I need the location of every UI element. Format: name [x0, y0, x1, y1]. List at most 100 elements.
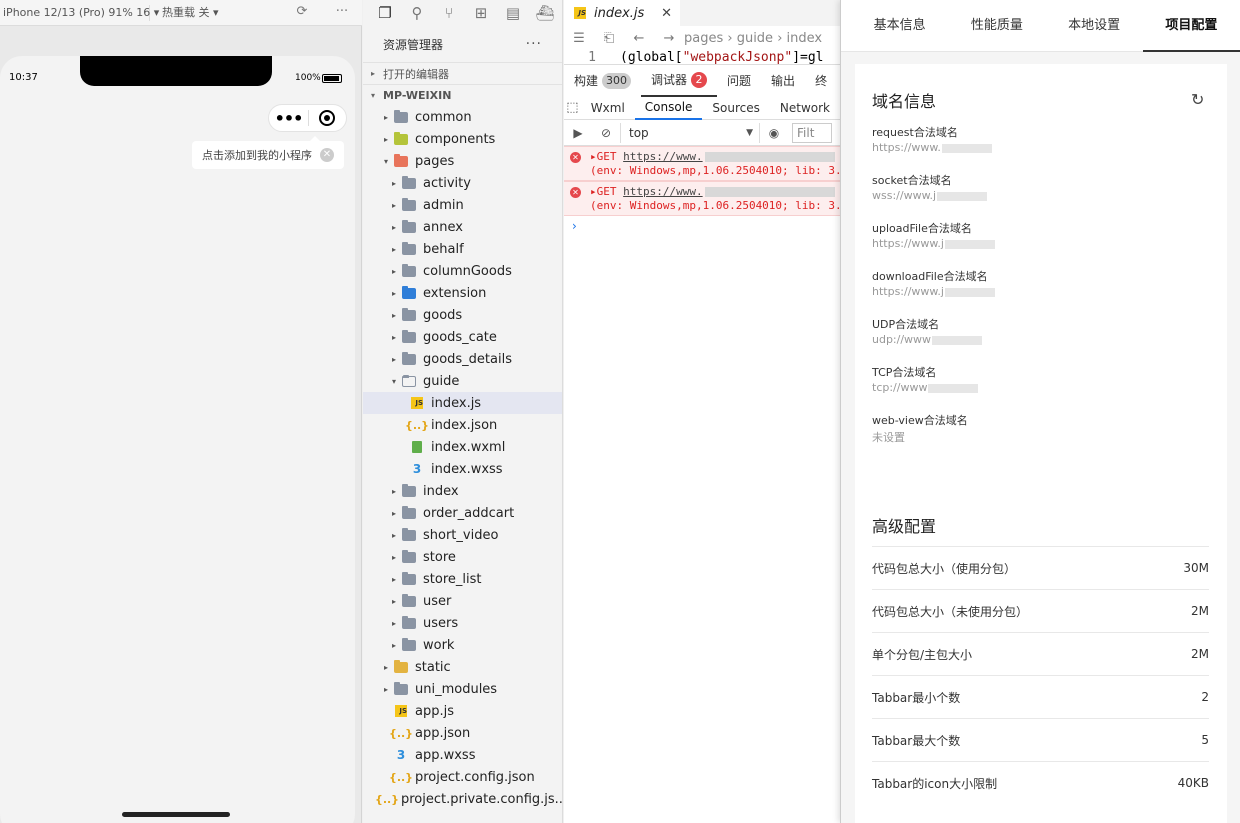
forward-arrow-icon[interactable]: →: [654, 31, 684, 46]
tree-folder[interactable]: ▸ behalf: [363, 238, 562, 260]
tree-folder[interactable]: ▸ store: [363, 546, 562, 568]
tree-folder[interactable]: ▸ common: [363, 106, 562, 128]
search-icon[interactable]: ⚲: [401, 0, 433, 26]
tree-folder[interactable]: ▸ columnGoods: [363, 260, 562, 282]
tree-folder[interactable]: ▸ goods_details: [363, 348, 562, 370]
inspect-icon[interactable]: ⬚: [564, 100, 581, 115]
code-line[interactable]: 1 (global["webpackJsonp"]=gl: [564, 50, 840, 64]
project-name: MP-WEIXIN: [383, 89, 452, 102]
bookmark-icon[interactable]: ⎗: [594, 31, 624, 46]
tree-file[interactable]: index.wxml: [363, 436, 562, 458]
tree-file[interactable]: 3 app.wxss: [363, 744, 562, 766]
error-url[interactable]: https://www.: [623, 150, 702, 163]
tree-folder[interactable]: ▸ activity: [363, 172, 562, 194]
docker-icon[interactable]: ⛴: [529, 0, 561, 26]
tree-folder[interactable]: ▸ extension: [363, 282, 562, 304]
rotate-icon[interactable]: ⟳: [294, 4, 310, 20]
chevron-right-icon: ▸: [391, 354, 396, 364]
domain-label: uploadFile合法域名: [872, 222, 972, 235]
tree-folder[interactable]: ▸ short_video: [363, 524, 562, 546]
tree-file[interactable]: {..} index.json: [363, 414, 562, 436]
chevron-right-icon: ▸: [391, 178, 396, 188]
tree-folder[interactable]: ▸ users: [363, 612, 562, 634]
source-control-icon[interactable]: ⑂: [433, 0, 465, 26]
phone-screen[interactable]: [0, 56, 355, 823]
clear-console-icon[interactable]: ⊘: [592, 126, 620, 140]
tree-item-label: behalf: [423, 241, 464, 257]
refresh-icon[interactable]: ↻: [1191, 90, 1204, 109]
tree-item-label: columnGoods: [423, 263, 512, 279]
tree-file[interactable]: {..} app.json: [363, 722, 562, 744]
tree-folder[interactable]: ▸ components: [363, 128, 562, 150]
details-tab[interactable]: 项目配置: [1142, 0, 1240, 52]
code-text-tail: ]=gl: [792, 50, 824, 64]
editor-tab-index-js[interactable]: JS index.js ✕: [564, 0, 680, 26]
breadcrumb-path[interactable]: pages › guide › index: [684, 31, 822, 46]
more-icon[interactable]: ···: [334, 4, 350, 20]
tree-folder[interactable]: ▸ annex: [363, 216, 562, 238]
details-tab[interactable]: 本地设置: [1046, 0, 1143, 52]
console-filter-input[interactable]: Filt: [792, 122, 832, 143]
capsule-close-button[interactable]: [309, 110, 346, 126]
line-number: 1: [588, 50, 596, 64]
tree-folder[interactable]: ▸ uni_modules: [363, 678, 562, 700]
tip-close-icon[interactable]: ✕: [320, 148, 334, 162]
capsule-more-button[interactable]: •••: [269, 109, 308, 128]
project-section[interactable]: ▾ MP-WEIXIN: [363, 84, 562, 106]
activity-bar: ❐ ⚲ ⑂ ⊞ ▤ ⛴: [363, 0, 562, 26]
details-tab[interactable]: 基本信息: [851, 0, 948, 52]
hot-reload-toggle[interactable]: 热重载 关 ▾: [150, 5, 270, 21]
status-battery: 100%: [295, 73, 321, 83]
console-prompt[interactable]: ›: [564, 216, 840, 236]
tree-folder[interactable]: ▸ order_addcart: [363, 502, 562, 524]
devtools-tab[interactable]: Network: [770, 96, 840, 120]
console-error-entry[interactable]: ✕ ▸GET https://www. (env: Windows,mp,1.06.…: [564, 146, 840, 181]
tree-file[interactable]: JS app.js: [363, 700, 562, 722]
debugger-tab[interactable]: 问题: [717, 65, 761, 97]
error-url[interactable]: https://www.: [623, 185, 702, 198]
files-icon[interactable]: ❐: [369, 0, 401, 26]
chevron-right-icon: ▸: [391, 288, 396, 298]
extensions-icon[interactable]: ⊞: [465, 0, 497, 26]
tree-folder[interactable]: ▸ admin: [363, 194, 562, 216]
tree-folder[interactable]: ▸ store_list: [363, 568, 562, 590]
tree-file[interactable]: {..} project.config.json: [363, 766, 562, 788]
list-icon[interactable]: ☰: [564, 31, 594, 46]
device-selector[interactable]: iPhone 12/13 (Pro) 91% 16 ▾: [0, 4, 159, 21]
eye-icon[interactable]: ◉: [760, 126, 788, 140]
folder-icon: [401, 483, 417, 498]
folder-extension-icon: [401, 285, 417, 300]
folder-icon: [393, 109, 409, 124]
close-icon[interactable]: ✕: [661, 6, 672, 21]
tree-folder[interactable]: ▾ pages: [363, 150, 562, 172]
debugger-tab[interactable]: 输出: [761, 65, 805, 97]
back-arrow-icon[interactable]: ←: [624, 31, 654, 46]
layout-icon[interactable]: ▤: [497, 0, 529, 26]
debugger-tab[interactable]: 终: [805, 65, 837, 97]
tree-file[interactable]: JS index.js: [363, 392, 562, 414]
explorer-more-icon[interactable]: ···: [526, 36, 542, 52]
console-error-entry[interactable]: ✕ ▸GET https://www. (env: Windows,mp,1.06.…: [564, 181, 840, 216]
open-editors-section[interactable]: ▸ 打开的编辑器: [363, 62, 562, 84]
debugger-tab[interactable]: 构建 300: [564, 65, 641, 97]
tree-folder[interactable]: ▸ user: [363, 590, 562, 612]
tree-folder[interactable]: ▸ work: [363, 634, 562, 656]
devtools-tab[interactable]: Console: [634, 96, 703, 120]
tree-folder[interactable]: ▸ goods: [363, 304, 562, 326]
details-tab[interactable]: 性能质量: [948, 0, 1045, 52]
tree-file[interactable]: 3 index.wxss: [363, 458, 562, 480]
json-icon: {..}: [388, 770, 414, 784]
tree-folder[interactable]: ▸ index: [363, 480, 562, 502]
redacted-text: [937, 191, 988, 201]
sidebar-toggle-icon[interactable]: ▶: [564, 126, 592, 140]
tree-folder[interactable]: ▸ static: [363, 656, 562, 678]
tree-folder[interactable]: ▸ goods_cate: [363, 326, 562, 348]
context-selector[interactable]: top ▼: [620, 122, 760, 143]
devtools-tab[interactable]: Wxml: [581, 96, 635, 120]
tree-file[interactable]: {..} project.private.config.js...: [363, 788, 567, 810]
redacted-text: [941, 143, 992, 153]
debugger-tab[interactable]: 调试器 2: [641, 65, 718, 97]
folder-static-icon: [393, 659, 409, 674]
devtools-tab[interactable]: Sources: [702, 96, 769, 120]
tree-folder[interactable]: ▾ guide: [363, 370, 562, 392]
